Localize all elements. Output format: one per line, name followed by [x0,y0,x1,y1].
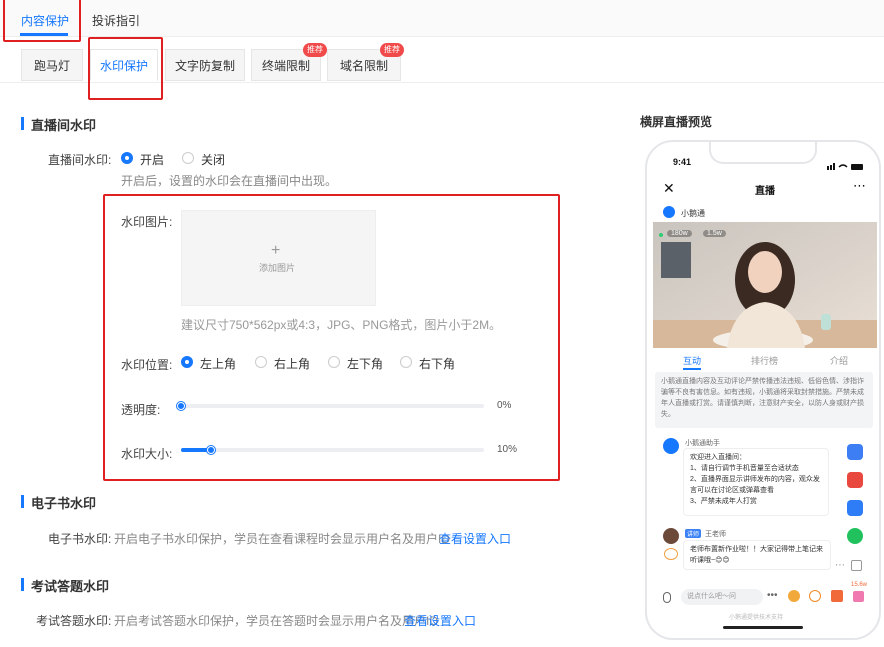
position-top-right: 右上角 [274,357,311,371]
more-icon[interactable]: ⋯ [853,178,866,194]
nav-title: 直播 [755,186,775,197]
radio-bottom-left[interactable] [328,356,340,368]
tab-marquee[interactable]: 跑马灯 [21,49,83,81]
radio-top-left[interactable] [181,356,193,368]
mic-icon[interactable] [663,592,671,603]
channel-name: 小鹅通 [681,209,705,218]
powered-by: 小鹅通提供技术支持 [729,615,784,621]
radio-top-right[interactable] [255,356,267,368]
teacher-tag: 讲师 [685,529,702,538]
teacher-avatar [663,528,679,544]
assistant-message: 欢迎进入直播间： 1、请自行调节手机音量至合适状态 2、直播界面显示讲师发布的内… [683,448,829,516]
position-label: 水印位置: [121,358,173,372]
comment-icon[interactable]: ⋯ [835,560,845,571]
recommend-badge: 推荐 [303,43,327,57]
copy-icon[interactable] [851,560,862,571]
ebook-desc: 开启电子书水印保护，学员在查看课程时会显示用户名及用户ID [114,532,451,546]
ebook-label: 电子书水印: [48,532,112,546]
plus-icon: + [271,242,281,259]
exam-settings-link[interactable]: 查看设置入口 [404,612,476,629]
like-count: 15.6w [851,582,868,588]
battery-signal-icon [827,159,867,170]
phone-call-icon[interactable] [788,590,800,602]
size-slider-track[interactable] [181,448,484,452]
preview-title: 横屏直播预览 [640,115,713,129]
teacher-message: 老师布置新作业啦！！大家记得带上笔记来听课哦~😊😊 [683,540,831,570]
phone-notch [709,142,817,164]
cart-icon[interactable] [831,590,843,602]
status-time: 9:41 [673,157,692,167]
section-bar [21,117,24,130]
highlight-box-sub-tab [88,37,163,100]
radio-on[interactable] [121,152,133,164]
wechat-icon[interactable] [847,528,863,544]
gift-coin-icon[interactable] [809,590,821,602]
section-bar [21,495,24,508]
section-title-exam: 考试答题水印 [31,579,110,594]
assistant-avatar [663,438,679,454]
more-dots-icon[interactable]: ••• [767,590,778,601]
radio-on-label: 开启 [140,153,165,167]
like-icon[interactable] [853,591,864,602]
highlight-box-top-tab [3,0,81,42]
image-label: 水印图片: [121,215,173,229]
preview-tab-rank[interactable]: 排行榜 [751,354,778,367]
section-title-live: 直播间水印 [31,118,97,133]
preview-tab-intro[interactable]: 介绍 [830,354,848,367]
live-watermark-tip: 开启后，设置的水印会在直播间中出现。 [121,174,338,188]
opacity-label: 透明度: [121,403,161,417]
opacity-slider-track[interactable] [181,404,484,408]
radio-bottom-right[interactable] [400,356,412,368]
teacher-name: 王老师 [705,531,726,538]
opacity-value: 0% [497,400,512,411]
red-packet-icon[interactable] [847,472,863,488]
size-value: 10% [497,444,518,455]
preview-tab-indicator [683,368,701,370]
position-bottom-left: 左下角 [347,357,384,371]
chat-input[interactable]: 说点什么吧～问 [681,589,763,605]
section-title-ebook: 电子书水印 [31,496,97,511]
calendar-icon[interactable] [847,444,863,460]
image-tip: 建议尺寸750*562px或4:3，JPG、PNG格式，图片小于2M。 [181,318,502,332]
preview-tab-interact[interactable]: 互动 [683,354,701,367]
notice-text: 小鹅通直播内容及互动评论严禁传播违法违规、低俗色情、涉指诈骗等不良有害信息。如有… [655,372,873,428]
size-label: 水印大小: [121,447,173,461]
phone-frame: 9:41 ✕ 直播 ⋯ 小鹅通 180w 1.5w 互动 排行榜 介绍 小鹅通直… [645,140,881,640]
opacity-slider-handle[interactable] [177,402,185,410]
upload-text: 添加图片 [259,263,296,273]
position-top-left: 左上角 [200,357,237,371]
medal-icon [664,548,678,560]
ebook-settings-link[interactable]: 查看设置入口 [439,530,511,547]
live-dot [659,233,663,237]
exam-desc: 开启考试答题水印保护，学员在答题时会显示用户名及用户ID [114,614,439,628]
tab-text-copy-protect[interactable]: 文字防复制 [165,49,245,81]
live-video[interactable] [653,222,877,348]
channel-logo-icon [663,206,675,218]
live-watermark-label: 直播间水印: [48,153,112,167]
position-bottom-right: 右下角 [419,357,456,371]
assistant-name: 小鹅通助手 [685,440,720,447]
close-icon[interactable]: ✕ [663,180,675,197]
exam-label: 考试答题水印: [36,614,112,628]
radio-off-label: 关闭 [201,153,226,167]
recommend-badge: 推荐 [380,43,404,57]
tab-complaint-guide[interactable]: 投诉指引 [92,12,140,29]
radio-off[interactable] [182,152,194,164]
stat-online: 1.5w [703,230,726,237]
stat-views: 180w [667,230,692,237]
share-icon[interactable] [847,500,863,516]
home-indicator [723,626,803,629]
section-bar [21,578,24,591]
